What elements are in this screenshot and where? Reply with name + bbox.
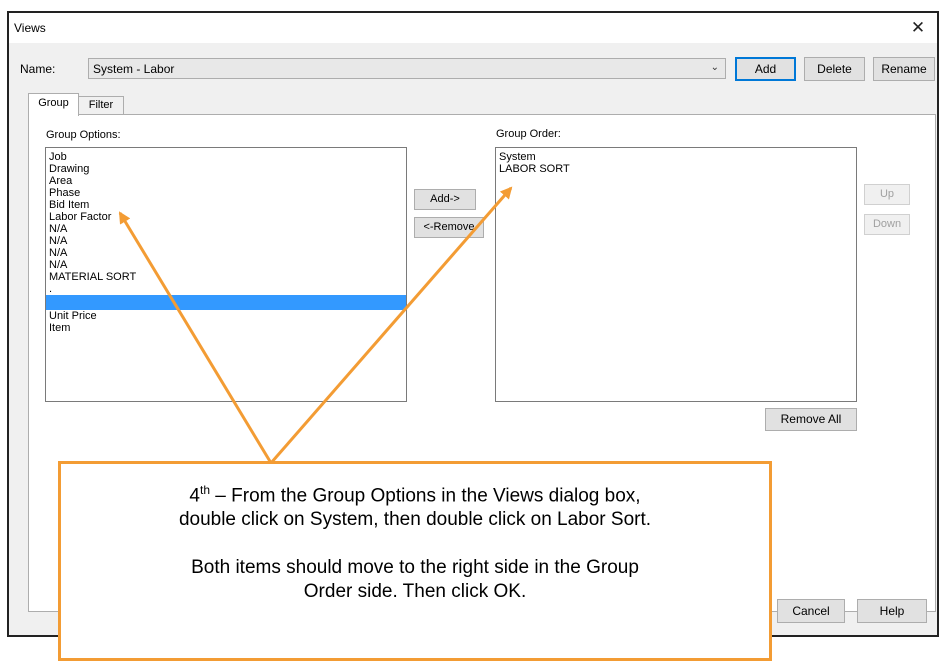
list-item[interactable]: Phase [46,187,406,199]
help-button[interactable]: Help [857,599,927,623]
list-item[interactable]: Drawing [46,163,406,175]
list-item[interactable]: Bid Item [46,199,406,211]
list-item[interactable]: . [46,283,406,295]
group-options-list[interactable]: Job Drawing Area Phase Bid Item Labor Factor N… [45,147,407,402]
group-order-label: Group Order: [496,128,561,140]
instruction-callout: 4th – From the Group Options in the View… [58,461,772,661]
group-options-label: Group Options: [46,129,121,141]
list-item[interactable]: System [496,151,856,163]
callout-line-4: Order side. Then click OK. [303,581,527,603]
list-item[interactable]: N/A [46,247,406,259]
name-label: Name: [20,62,56,76]
move-up-button[interactable]: Up [864,184,910,205]
remove-from-order-button[interactable]: <-Remove [414,217,484,238]
list-item[interactable]: Unit Price [46,310,406,322]
list-item[interactable]: Labor Factor [46,211,406,223]
callout-line-3: Both items should move to the right side… [191,557,639,579]
name-value: System - Labor [93,62,175,76]
list-item[interactable]: Item [46,322,406,334]
callout-line-1: 4th – From the Group Options in the View… [61,478,769,508]
window-title: Views [14,21,46,35]
list-item[interactable]: LABOR SORT [496,163,856,175]
callout-ordinal: 4 [189,485,200,507]
move-down-button[interactable]: Down [864,214,910,235]
rename-button[interactable]: Rename [873,57,935,81]
list-item[interactable] [46,295,406,310]
chevron-down-icon: ⌄ [710,62,719,73]
add-to-order-button[interactable]: Add-> [414,189,476,210]
delete-button[interactable]: Delete [804,57,865,81]
add-button[interactable]: Add [735,57,796,81]
close-icon[interactable]: ✕ [903,15,933,41]
name-dropdown[interactable]: System - Labor ⌄ [88,58,726,79]
list-item[interactable]: MATERIAL SORT [46,271,406,283]
list-item[interactable]: N/A [46,223,406,235]
list-item[interactable]: Job [46,151,406,163]
list-item[interactable]: N/A [46,259,406,271]
cancel-button[interactable]: Cancel [777,599,845,623]
tab-group[interactable]: Group [28,93,79,116]
callout-line-2: double click on System, then double clic… [178,509,652,531]
list-item[interactable]: N/A [46,235,406,247]
group-order-list[interactable]: System LABOR SORT [495,147,857,402]
callout-line-1-text: – From the Group Options in the Views di… [210,485,641,507]
tab-filter[interactable]: Filter [78,96,124,115]
title-bar: Views ✕ [9,13,937,43]
list-item[interactable]: Area [46,175,406,187]
callout-ordinal-suffix: th [200,483,211,497]
remove-all-button[interactable]: Remove All [765,408,857,431]
